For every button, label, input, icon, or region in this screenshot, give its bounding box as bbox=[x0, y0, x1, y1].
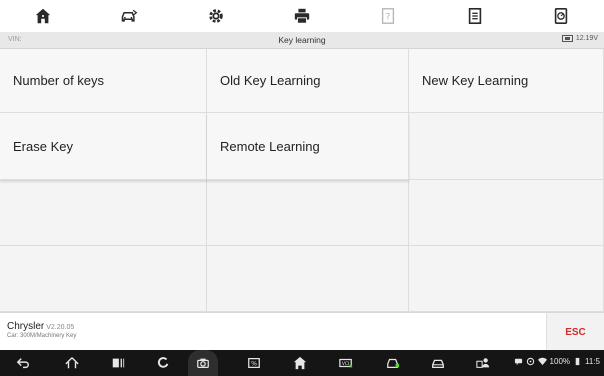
empty-cell bbox=[0, 246, 207, 312]
vehicle-swap-button[interactable] bbox=[86, 0, 172, 32]
car-connect-icon bbox=[387, 358, 400, 368]
system-nav-bar: % VCI 100% 11:5 bbox=[0, 350, 604, 376]
user-icon bbox=[476, 358, 490, 368]
svg-text:%: % bbox=[251, 361, 257, 368]
home-button[interactable] bbox=[0, 0, 86, 32]
help-icon: ? bbox=[382, 8, 395, 24]
car-button[interactable] bbox=[423, 350, 453, 376]
vehicle-battery-icon bbox=[561, 35, 573, 42]
camera-icon bbox=[197, 358, 209, 368]
old-key-learning-button[interactable]: Old Key Learning bbox=[207, 49, 409, 113]
empty-cell bbox=[409, 180, 604, 246]
function-grid: Number of keys Old Key Learning New Key … bbox=[0, 49, 604, 312]
help-button[interactable]: ? bbox=[345, 0, 431, 32]
vehicle-make: Chrysler V2.20.05 bbox=[7, 321, 74, 332]
display-settings-icon: % bbox=[248, 358, 260, 368]
battery-icon bbox=[575, 357, 580, 366]
status-bar: VIN: Key learning 12.19V bbox=[0, 32, 604, 49]
save-button[interactable] bbox=[431, 0, 517, 32]
clock: 11:5 bbox=[585, 357, 600, 366]
refresh-icon bbox=[157, 357, 169, 368]
voltage-value: 12.19V bbox=[575, 35, 598, 42]
new-key-learning-label: New Key Learning bbox=[422, 73, 529, 88]
settings-button[interactable] bbox=[173, 0, 259, 32]
vehicle-swap-icon bbox=[122, 9, 138, 22]
erase-key-button[interactable]: Erase Key bbox=[0, 113, 207, 180]
esc-button[interactable]: ESC bbox=[546, 313, 604, 351]
svg-text:?: ? bbox=[386, 13, 391, 23]
wifi-icon bbox=[537, 357, 547, 366]
top-toolbar: ? bbox=[0, 0, 604, 32]
number-of-keys-button[interactable]: Number of keys bbox=[0, 49, 207, 113]
back-button[interactable] bbox=[8, 350, 38, 376]
print-button[interactable] bbox=[259, 0, 345, 32]
vehicle-model: Car: 300M/Machinery Key bbox=[7, 333, 77, 339]
location-icon bbox=[526, 357, 534, 366]
vehicle-info-footer: Chrysler V2.20.05 Car: 300M/Machinery Key… bbox=[0, 312, 604, 351]
empty-cell bbox=[207, 180, 409, 246]
erase-key-label: Erase Key bbox=[13, 138, 73, 154]
settings-icon bbox=[208, 9, 223, 23]
user-button[interactable] bbox=[468, 350, 498, 376]
page-title: Key learning bbox=[278, 35, 326, 45]
vehicle-menu-button[interactable] bbox=[378, 350, 408, 376]
data-logging-button[interactable] bbox=[518, 0, 604, 32]
maxisys-home-button[interactable] bbox=[285, 350, 315, 376]
save-icon bbox=[468, 7, 481, 25]
vci-connection-button[interactable] bbox=[148, 350, 178, 376]
print-icon bbox=[294, 8, 310, 24]
display-button[interactable]: % bbox=[239, 350, 269, 376]
svg-text:VCI: VCI bbox=[342, 361, 349, 367]
empty-cell bbox=[409, 113, 604, 180]
voltage-readout: 12.19V bbox=[561, 35, 598, 42]
home-icon bbox=[293, 356, 307, 370]
battery-percent: 100% bbox=[549, 357, 571, 366]
empty-cell bbox=[207, 246, 409, 312]
data-logging-icon bbox=[554, 7, 568, 25]
number-of-keys-label: Number of keys bbox=[13, 73, 105, 88]
software-version: V2.20.05 bbox=[46, 324, 75, 331]
car-icon bbox=[432, 359, 444, 369]
remote-learning-label: Remote Learning bbox=[220, 138, 320, 154]
recent-apps-button[interactable] bbox=[103, 350, 133, 376]
house-icon bbox=[65, 357, 79, 369]
remote-learning-button[interactable]: Remote Learning bbox=[207, 113, 409, 180]
vci-button[interactable]: VCI bbox=[331, 350, 361, 376]
home-icon bbox=[35, 8, 51, 24]
empty-cell bbox=[409, 246, 604, 312]
empty-cell bbox=[0, 180, 207, 246]
old-key-learning-label: Old Key Learning bbox=[220, 73, 321, 88]
vehicle-make-name: Chrysler bbox=[7, 321, 45, 332]
back-icon bbox=[16, 358, 29, 369]
vci-icon: VCI bbox=[339, 358, 353, 368]
new-key-learning-button[interactable]: New Key Learning bbox=[409, 49, 604, 113]
recent-apps-icon bbox=[112, 358, 125, 368]
system-status: 100% 11:5 bbox=[514, 357, 600, 366]
message-icon bbox=[514, 358, 522, 366]
screenshot-button[interactable] bbox=[188, 350, 218, 376]
android-home-button[interactable] bbox=[57, 350, 87, 376]
